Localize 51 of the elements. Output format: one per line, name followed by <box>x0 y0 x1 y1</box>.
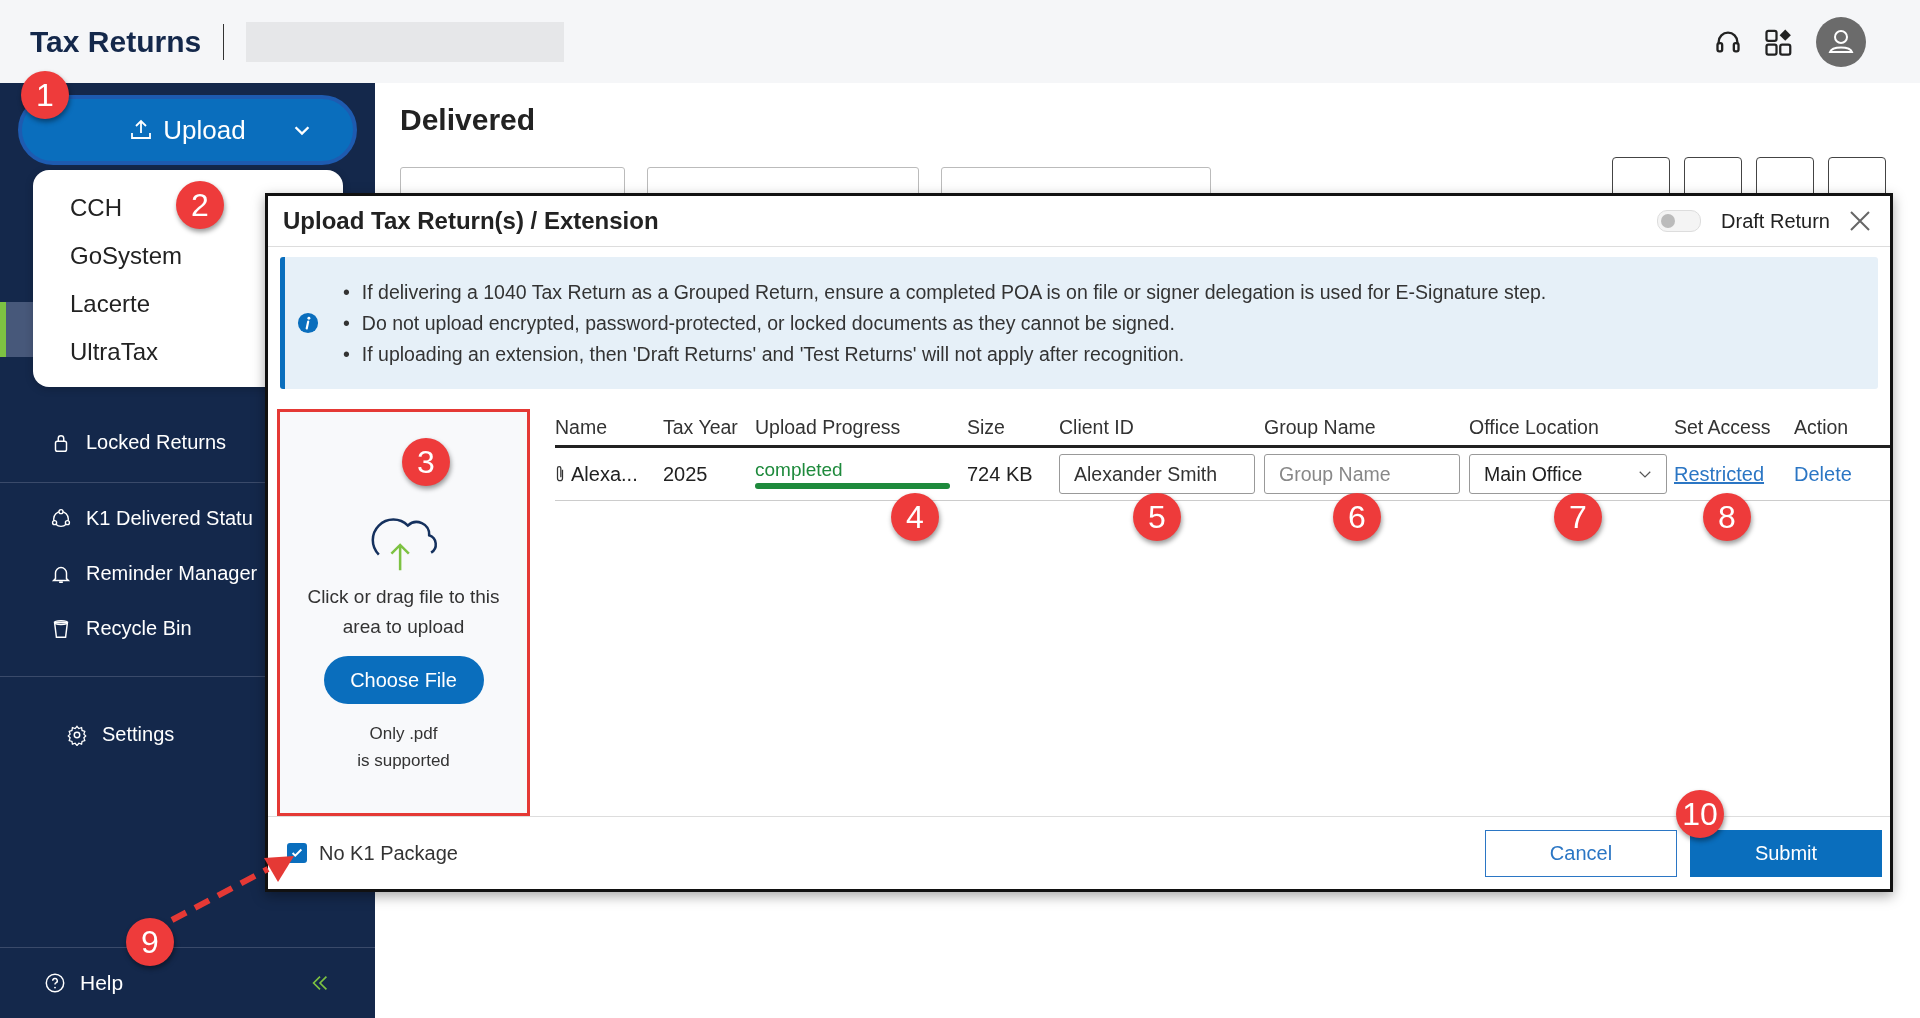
column-header: Group Name <box>1264 415 1377 439</box>
office-location-dropdown[interactable]: Main Office <box>1469 454 1667 494</box>
close-icon[interactable] <box>1848 209 1872 233</box>
submit-button[interactable]: Submit <box>1690 829 1882 877</box>
no-k1-package-label: No K1 Package <box>319 841 458 865</box>
drop-zone-instructions: Click or drag file to this area to upload <box>306 585 501 639</box>
cancel-button[interactable]: Cancel <box>1485 829 1677 877</box>
file-type-hint: is supported <box>357 750 450 772</box>
menu-item[interactable]: Lacerte <box>70 280 151 328</box>
draft-return-label: Draft Return <box>1721 209 1830 233</box>
no-k1-package-checkbox[interactable] <box>287 843 307 863</box>
user-avatar-icon[interactable] <box>1816 16 1866 67</box>
size-cell-text: 724 KB <box>967 462 1034 486</box>
people-circle-icon <box>50 507 72 530</box>
file-type-hint: Only .pdf <box>369 723 438 745</box>
help-link[interactable]: Help <box>44 971 124 995</box>
settings-icon <box>66 723 88 746</box>
page-title: Delivered <box>400 103 537 137</box>
menu-item[interactable]: GoSystem <box>70 232 183 280</box>
column-header: Upload Progress <box>755 415 902 439</box>
info-note: Do not upload encrypted, password-protected, or locked documents as they cannot be signed. <box>361 311 1175 336</box>
bullet: • <box>343 280 350 305</box>
delete-link[interactable]: Delete <box>1794 462 1852 486</box>
client-id-field[interactable]: Alexander Smith <box>1059 454 1255 494</box>
draft-return-toggle[interactable] <box>1657 210 1702 232</box>
dialog-title: Upload Tax Return(s) / Extension <box>283 207 659 235</box>
paperclip-icon <box>555 464 565 484</box>
upload-icon <box>129 118 154 142</box>
restricted-link[interactable]: Restricted <box>1674 462 1765 486</box>
column-header: Office Location <box>1469 415 1600 439</box>
bullet: • <box>343 311 350 336</box>
upload-status: completed <box>755 459 843 481</box>
group-name-field[interactable]: Group Name <box>1264 454 1460 494</box>
file-name: Alexa... <box>571 462 638 486</box>
column-header: Action <box>1794 415 1850 439</box>
column-header: Set Access <box>1674 415 1772 439</box>
info-note: If delivering a 1040 Tax Return as a Grouped Return, ensure a completed POA is on file or signer delegation is used for E-Signature step. <box>361 280 1547 305</box>
menu-item[interactable]: CCH <box>70 184 122 232</box>
tax-year-cell-text: 2025 <box>663 462 709 486</box>
choose-file-button[interactable]: Choose File <box>323 656 484 704</box>
bullet: • <box>343 342 350 367</box>
column-header: Size <box>967 415 1006 439</box>
info-note: If uploading an extension, then 'Draft Returns' and 'Test Returns' will not apply after recognition. <box>361 342 1185 367</box>
column-header: Client ID <box>1059 415 1135 439</box>
menu-item[interactable]: UltraTax <box>70 328 159 376</box>
column-header: Tax Year <box>663 415 739 439</box>
help-icon <box>44 972 66 994</box>
app-title: Tax Returns <box>30 24 202 59</box>
checkmark-icon <box>290 846 304 860</box>
column-header: Name <box>555 415 609 439</box>
info-icon <box>297 312 319 334</box>
